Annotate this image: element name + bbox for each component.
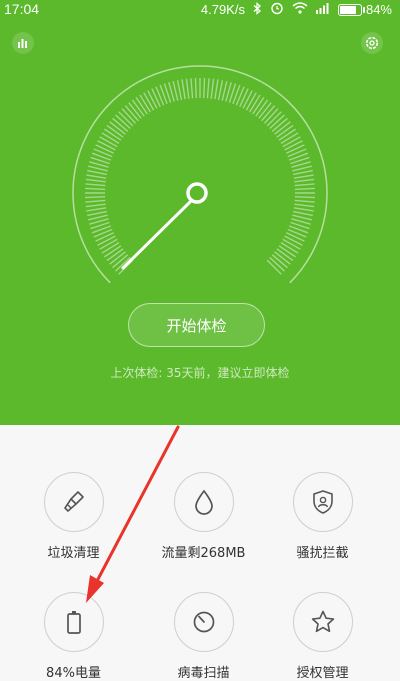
tool-label: 病毒扫描 — [177, 666, 230, 681]
gauge-tick — [85, 183, 106, 187]
gauge-tick — [185, 78, 190, 99]
tool-label: 骚扰拦截 — [296, 546, 349, 561]
gauge-tick — [294, 178, 315, 183]
gauge-tick — [217, 80, 224, 100]
gauge-tick — [86, 207, 107, 212]
gauge-tick — [88, 165, 108, 172]
gauge-tick — [293, 207, 314, 212]
gauge-tick — [292, 214, 312, 221]
gauge-tick — [99, 136, 118, 148]
gauge-tick — [293, 210, 313, 217]
gauge-tick — [293, 174, 314, 179]
gauge-tick — [294, 187, 315, 190]
gauge-tick — [239, 88, 249, 108]
gauge-tick — [87, 169, 107, 176]
gauge-tick — [292, 165, 312, 172]
gauge-tick — [280, 132, 299, 144]
broom-icon — [43, 472, 104, 532]
gauge-pivot — [186, 182, 208, 204]
gauge-tick — [139, 94, 151, 113]
gauge-tick — [285, 144, 305, 154]
droplet-icon — [173, 472, 234, 532]
tool-permissions[interactable]: 授权管理 — [256, 592, 389, 681]
gauge-tick — [97, 140, 116, 151]
gauge-tick — [176, 80, 183, 100]
star-icon — [292, 592, 353, 652]
gauge-ticks — [85, 78, 315, 275]
tool-label: 流量剩268MB — [161, 546, 246, 561]
gauge-tick — [85, 187, 106, 190]
gauge-tick — [101, 132, 120, 144]
tool-label: 授权管理 — [296, 666, 349, 681]
gauge-tick — [294, 199, 315, 203]
gauge-tick — [249, 94, 261, 113]
gauge-tick — [282, 238, 301, 250]
gauge-outer-ring — [72, 65, 328, 284]
gauge-tick — [252, 96, 265, 115]
gauge-tick — [206, 78, 210, 99]
start-checkup-button[interactable]: 开始体检 — [128, 303, 265, 347]
last-check-text: 上次体检: 35天前，建议立即体检 — [110, 366, 290, 380]
gauge-needle — [121, 200, 192, 270]
gauge-tick — [103, 128, 122, 141]
battery-icon — [43, 592, 104, 652]
gauge-tick — [294, 203, 315, 208]
gauge-tick — [103, 245, 122, 258]
gauge-tick — [294, 183, 315, 187]
gauge-tick — [151, 88, 161, 108]
gauge-tick — [85, 199, 106, 203]
gauge-tick — [190, 78, 194, 99]
gauge-tick — [285, 232, 305, 242]
tool-harassment-block[interactable]: 骚扰拦截 — [256, 472, 389, 561]
gauge-tick — [147, 90, 158, 109]
gauge-tick — [99, 238, 118, 250]
gauge-outer-arc — [72, 65, 328, 284]
tool-label: 84%电量 — [46, 666, 101, 681]
gauge-tick — [85, 203, 106, 208]
gauge-tick — [280, 242, 299, 254]
gauge-tick — [284, 235, 303, 246]
tool-virus-scan[interactable]: 病毒扫描 — [137, 592, 270, 681]
gauge-tick — [88, 214, 108, 221]
gauge-tick — [214, 79, 219, 100]
tool-label: 垃圾清理 — [47, 546, 100, 561]
gauge-tick — [293, 169, 313, 176]
gauge-tick — [221, 81, 228, 101]
gauge-tick — [181, 79, 186, 100]
gauge-tick — [97, 235, 116, 246]
tool-battery[interactable]: 84%电量 — [7, 592, 140, 681]
gauge-tick — [86, 174, 107, 179]
gauge-tick — [85, 178, 106, 183]
tool-junk-clean[interactable]: 垃圾清理 — [7, 472, 140, 561]
gauge-tick — [203, 78, 206, 99]
gauge-tick — [85, 196, 106, 199]
tool-data-usage[interactable]: 流量剩268MB — [137, 472, 270, 561]
shield-icon — [292, 472, 353, 532]
gauge-tick — [143, 92, 155, 111]
gauge-tick — [172, 81, 179, 101]
gauge-tick — [294, 196, 315, 199]
gauge-tick — [95, 144, 115, 154]
gauge-tick — [284, 140, 303, 151]
scan-dial-icon — [173, 592, 234, 652]
gauge-tick — [101, 242, 120, 254]
gauge-tick — [245, 92, 257, 111]
header-panel: 17:04 4.79K/s 84% 开始体检 上次体检: 35天前，建议立即体检 — [0, 0, 400, 425]
gauge-tick — [135, 96, 148, 115]
tools-grid: 垃圾清理 流量剩268MB 骚扰拦截 84%电量 病毒扫描 授权管理 — [0, 425, 400, 681]
gauge-tick — [210, 78, 215, 99]
gauge-tick — [242, 90, 253, 109]
gauge-tick — [95, 232, 115, 242]
health-gauge — [72, 65, 328, 284]
gauge-tick — [194, 78, 197, 99]
gauge-tick — [87, 210, 107, 217]
gauge-tick — [282, 136, 301, 148]
gauge-tick — [278, 128, 297, 141]
gauge-tick — [278, 245, 297, 258]
